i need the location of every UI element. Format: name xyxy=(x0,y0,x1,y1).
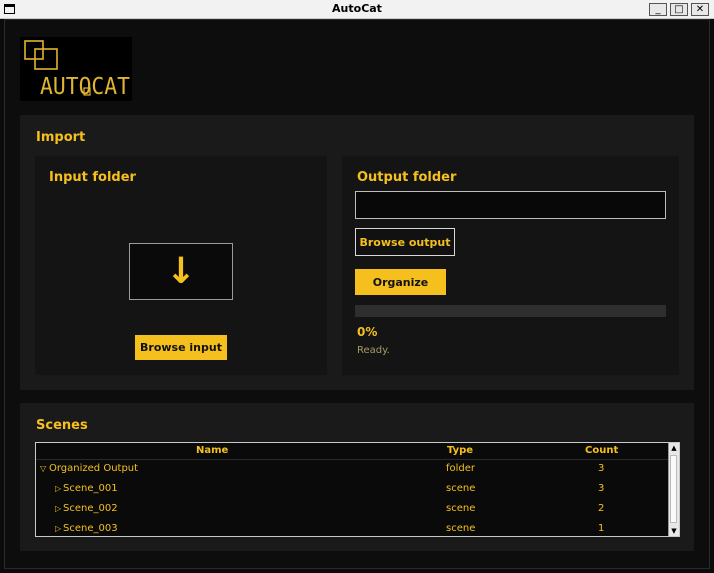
expand-arrow-icon[interactable]: ▷ xyxy=(55,504,61,513)
logo-graphic: AUTOCAT xyxy=(24,40,130,100)
autocat-logo: AUTOCAT xyxy=(20,37,132,101)
scroll-down-icon[interactable]: ▼ xyxy=(669,526,679,536)
column-header-count[interactable]: Count xyxy=(585,445,618,456)
tree-header: Name Type Count xyxy=(36,443,668,460)
output-folder-panel xyxy=(342,156,679,375)
status-text: Ready. xyxy=(357,345,390,356)
tree-row[interactable]: ▷ Scene_002 scene 2 xyxy=(36,500,668,520)
import-heading: Import xyxy=(36,130,86,145)
row-type: scene xyxy=(446,523,476,534)
output-folder-heading: Output folder xyxy=(357,170,457,185)
title-bar: AutoCat _ □ ✕ xyxy=(0,0,714,19)
collapse-arrow-icon[interactable]: ▽ xyxy=(40,464,46,473)
scrollbar-thumb[interactable] xyxy=(670,455,677,523)
down-arrow-icon: ↓ xyxy=(165,250,197,292)
row-name: Scene_001 xyxy=(63,483,118,494)
row-type: scene xyxy=(446,503,476,514)
browse-output-button[interactable]: Browse output xyxy=(355,228,455,256)
row-type: folder xyxy=(446,463,476,474)
scenes-tree[interactable]: Name Type Count ▽ Organized Output folde… xyxy=(35,442,680,537)
close-button[interactable]: ✕ xyxy=(691,3,709,16)
tree-row[interactable]: ▽ Organized Output folder 3 xyxy=(36,460,668,480)
row-type: scene xyxy=(446,483,476,494)
row-count: 3 xyxy=(598,483,605,494)
organize-button[interactable]: Organize xyxy=(355,269,446,295)
row-count: 3 xyxy=(598,463,605,474)
progress-bar xyxy=(355,305,666,317)
maximize-button[interactable]: □ xyxy=(670,3,688,16)
expand-arrow-icon[interactable]: ▷ xyxy=(55,484,61,493)
progress-percent: 0% xyxy=(357,325,378,339)
input-folder-heading: Input folder xyxy=(49,170,136,185)
row-name: Scene_002 xyxy=(63,503,118,514)
scenes-heading: Scenes xyxy=(36,418,88,433)
tree-row[interactable]: ▷ Scene_003 scene 1 xyxy=(36,520,668,536)
scroll-up-icon[interactable]: ▲ xyxy=(669,443,679,453)
expand-arrow-icon[interactable]: ▷ xyxy=(55,524,61,533)
output-folder-field[interactable] xyxy=(355,191,666,219)
tree-row[interactable]: ▷ Scene_001 scene 3 xyxy=(36,480,668,500)
column-header-name[interactable]: Name xyxy=(196,445,228,456)
column-header-type[interactable]: Type xyxy=(447,445,473,456)
logo-text: AUTOCAT xyxy=(40,74,130,100)
row-name: Scene_003 xyxy=(63,523,118,534)
window-title: AutoCat xyxy=(332,2,382,15)
row-count: 2 xyxy=(598,503,605,514)
browse-input-button[interactable]: Browse input xyxy=(135,335,227,360)
tree-scrollbar[interactable]: ▲ ▼ xyxy=(668,443,679,536)
row-count: 1 xyxy=(598,523,605,534)
row-name: Organized Output xyxy=(49,463,139,474)
input-drop-zone[interactable]: ↓ xyxy=(129,243,233,300)
minimize-button[interactable]: _ xyxy=(649,3,667,16)
